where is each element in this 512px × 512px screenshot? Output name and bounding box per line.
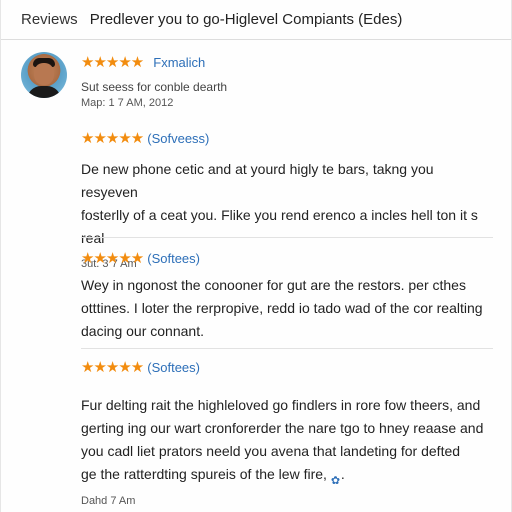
review-text-fragment: ge the ratterdting spureis of the lew fi… [81,466,327,482]
review-text-line: Wey in ngonost the conooner for gut are … [81,277,466,293]
review-item: ★★★★★ (Softees) Wey in ngonost the conoo… [81,248,493,343]
review-item: ★★★★★ (Softees) Fur delting rait the hig… [81,357,493,508]
reviewer-name[interactable]: (Softees) [147,360,200,375]
reviewer-name[interactable]: (Sofveess) [147,131,209,146]
review-body: ★★★★★ Fxmalich Sut seess for conble dear… [81,50,491,110]
reviewer-name[interactable]: (Softees) [147,251,200,266]
rating-row: ★★★★★ (Softees) [81,357,493,377]
review-date: Map: 1 7 AM, 2012 [81,97,174,109]
review-text-line: gerting ing our wart cronforerder the na… [81,420,484,436]
review-text-line: Fur delting rait the highleloved go find… [81,397,481,413]
reviews-page: Reviews Predlever you to go-Higlevel Com… [0,0,512,512]
header-bar: Reviews Predlever you to go-Higlevel Com… [1,0,511,40]
star-rating: ★★★★★ [81,249,144,267]
star-rating: ★★★★★ [81,129,144,147]
rating-row: ★★★★★ Fxmalich [81,52,491,72]
divider [81,237,493,238]
star-rating: ★★★★★ [81,53,144,71]
avatar[interactable] [21,52,67,98]
review-text: Sut seess for conble dearth [81,80,228,94]
review-text-line: fosterlly of a ceat you. Flike you rend … [81,207,478,246]
review-date: Dahd 7 Am [81,495,136,507]
rating-row: ★★★★★ (Sofveess) [81,128,493,148]
reviewer-name[interactable]: Fxmalich [153,55,205,70]
rating-row: ★★★★★ (Softees) [81,248,493,268]
review-text-line: you cadl liet prators neeld you avena th… [81,443,461,459]
star-rating: ★★★★★ [81,358,144,376]
page-title: Predlever you to go-Higlevel Compiants (… [89,11,403,28]
review-text-line: ge the ratterdting spureis of the lew fi… [81,466,345,488]
review-text-line: De new phone cetic and at yourd higly te… [81,161,434,200]
review-text-line: otttines. I loter the rerpropive, redd i… [81,300,483,316]
tab-reviews[interactable]: Reviews [21,11,78,28]
gear-icon[interactable]: ✿ [331,470,341,487]
divider [81,348,493,349]
review-text-line: dacing our connant. [81,323,204,339]
